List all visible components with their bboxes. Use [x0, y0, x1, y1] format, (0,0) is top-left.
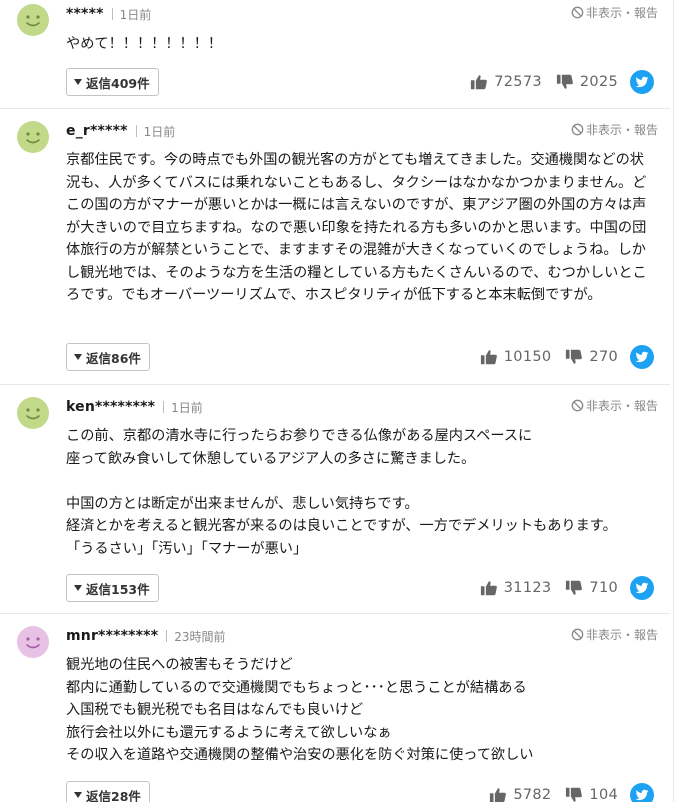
caret-down-icon: [74, 792, 82, 798]
comment-header: mnr******** 23時間前: [66, 626, 226, 646]
dislike-count: 710: [589, 580, 618, 596]
ban-icon: [571, 399, 584, 412]
twitter-bird-icon: [635, 75, 649, 89]
like-count: 5782: [513, 787, 552, 802]
comment-header: e_r***** 1日前: [66, 121, 175, 141]
hide-report-label: 非表示・報告: [585, 398, 658, 413]
timestamp: 1日前: [143, 124, 176, 139]
like-button[interactable]: 5782: [489, 786, 551, 802]
twitter-share-button[interactable]: [630, 345, 654, 369]
reply-label: 返信409件: [86, 75, 150, 91]
hide-report-label: 非表示・報告: [585, 5, 658, 20]
thumbs-up-icon: [489, 786, 507, 802]
reply-label: 返信153件: [86, 581, 150, 597]
ban-icon: [571, 123, 584, 136]
thumbs-down-icon: [556, 73, 574, 91]
comment-list: ***** 1日前 非表示・報告 やめて！！！！！！！！ 返信409件 7257…: [0, 0, 675, 802]
timestamp: 23時間前: [174, 629, 226, 644]
avatar: [17, 626, 49, 658]
thumbs-down-icon: [565, 348, 583, 366]
like-count: 72573: [494, 74, 542, 90]
caret-down-icon: [74, 585, 82, 591]
comment-header: ken******** 1日前: [66, 397, 203, 417]
comment-item: e_r***** 1日前 非表示・報告 京都住民です。今の時点でも外国の観光客の…: [0, 109, 670, 384]
reply-button[interactable]: 返信86件: [66, 343, 150, 371]
twitter-share-button[interactable]: [630, 783, 654, 802]
reaction-bar: 72573 2025: [456, 70, 654, 94]
thumbs-down-icon: [565, 579, 583, 597]
like-count: 10150: [503, 349, 552, 365]
reply-button[interactable]: 返信409件: [66, 68, 159, 96]
thumbs-up-icon: [470, 73, 488, 91]
twitter-bird-icon: [635, 581, 649, 595]
caret-down-icon: [74, 354, 82, 360]
comment-body: やめて！！！！！！！！: [66, 36, 223, 52]
hide-report-link[interactable]: 非表示・報告: [571, 4, 658, 20]
comment-item: mnr******** 23時間前 非表示・報告 観光地の住民への被害もそうだけ…: [0, 614, 670, 802]
divider: [166, 630, 168, 642]
dislike-button[interactable]: 104: [565, 786, 618, 802]
reaction-bar: 10150 270: [466, 345, 654, 369]
dislike-button[interactable]: 270: [565, 348, 618, 366]
hide-report-label: 非表示・報告: [585, 627, 658, 642]
dislike-button[interactable]: 2025: [556, 73, 618, 91]
dislike-count: 2025: [579, 74, 618, 90]
reply-label: 返信86件: [86, 350, 141, 366]
dislike-count: 104: [589, 787, 618, 802]
hide-report-link[interactable]: 非表示・報告: [571, 121, 658, 137]
caret-down-icon: [74, 79, 82, 85]
twitter-share-button[interactable]: [630, 576, 654, 600]
thumbs-down-icon: [565, 786, 583, 802]
comment-body: 観光地の住民への被害もそうだけど 都内に通勤しているので交通機関でもちょっと･･…: [66, 657, 534, 763]
reply-button[interactable]: 返信28件: [66, 781, 150, 802]
hide-report-label: 非表示・報告: [585, 122, 658, 137]
comment-body: 京都住民です。今の時点でも外国の観光客の方がとても増えてきました。交通機関などの…: [66, 152, 647, 303]
username[interactable]: ken********: [66, 399, 155, 415]
avatar: [17, 121, 49, 153]
like-button[interactable]: 31123: [480, 579, 552, 597]
ban-icon: [571, 628, 584, 641]
dislike-count: 270: [589, 349, 618, 365]
divider: [673, 0, 674, 802]
reaction-bar: 31123 710: [466, 576, 654, 600]
twitter-share-button[interactable]: [630, 70, 654, 94]
comment-body: この前、京都の清水寺に行ったらお参りできる仏像がある屋内スペースに 座って飲み食…: [66, 428, 617, 557]
hide-report-link[interactable]: 非表示・報告: [571, 626, 658, 642]
twitter-bird-icon: [635, 788, 649, 802]
username[interactable]: mnr********: [66, 628, 158, 644]
username[interactable]: *****: [66, 6, 104, 22]
like-button[interactable]: 72573: [470, 73, 542, 91]
reaction-bar: 5782 104: [475, 783, 654, 802]
avatar: [17, 4, 49, 36]
hide-report-link[interactable]: 非表示・報告: [571, 397, 658, 413]
comment-item: ***** 1日前 非表示・報告 やめて！！！！！！！！ 返信409件 7257…: [0, 0, 670, 108]
reply-label: 返信28件: [86, 788, 141, 802]
avatar: [17, 397, 49, 429]
dislike-button[interactable]: 710: [565, 579, 618, 597]
comment-header: ***** 1日前: [66, 4, 151, 24]
like-button[interactable]: 10150: [480, 348, 552, 366]
reply-button[interactable]: 返信153件: [66, 574, 159, 602]
like-count: 31123: [503, 580, 552, 596]
divider: [163, 401, 165, 413]
twitter-bird-icon: [635, 350, 649, 364]
thumbs-up-icon: [480, 579, 498, 597]
divider: [135, 125, 137, 137]
timestamp: 1日前: [119, 7, 152, 22]
timestamp: 1日前: [171, 400, 203, 415]
username[interactable]: e_r*****: [66, 123, 128, 139]
divider: [111, 8, 113, 20]
thumbs-up-icon: [480, 348, 498, 366]
comment-item: ken******** 1日前 非表示・報告 この前、京都の清水寺に行ったらお参…: [0, 385, 670, 613]
ban-icon: [571, 6, 584, 19]
